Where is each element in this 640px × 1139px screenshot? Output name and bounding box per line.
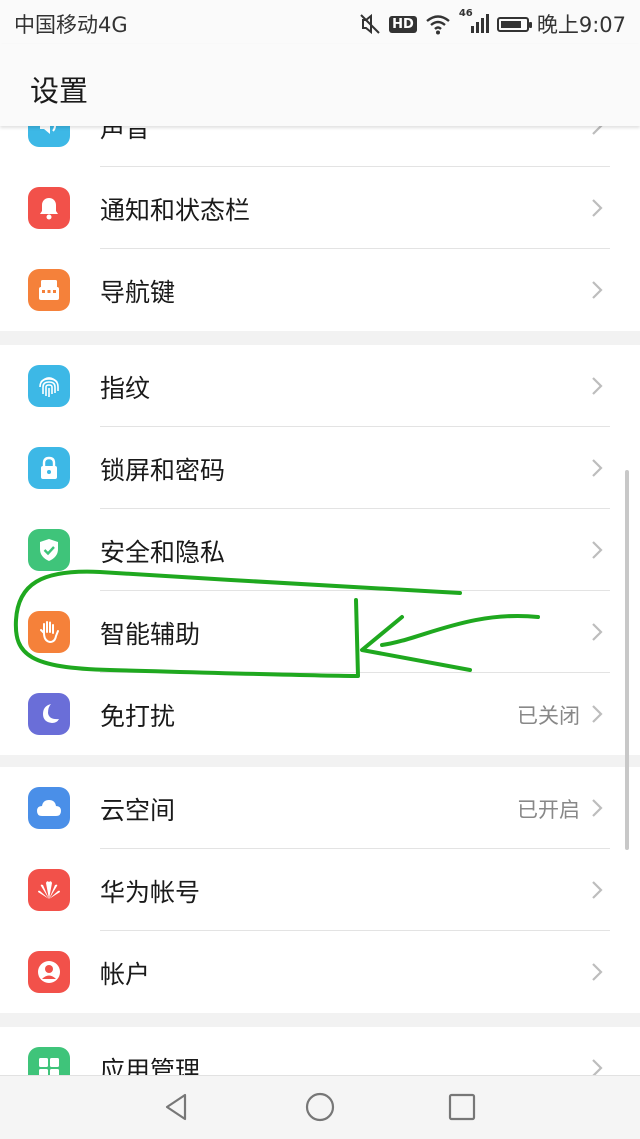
settings-item-label: 锁屏和密码 (100, 456, 226, 485)
chevron-right-icon (592, 881, 603, 899)
chevron-right-icon (592, 799, 603, 817)
settings-item-accounts[interactable]: 帐户 (0, 931, 640, 1013)
wifi-icon (426, 15, 450, 35)
settings-item-label: 安全和隐私 (100, 538, 226, 567)
settings-item-app-management[interactable]: 应用管理 (0, 1027, 640, 1075)
settings-item-cloud[interactable]: 云空间 已开启 (0, 767, 640, 849)
settings-item-lockscreen[interactable]: 锁屏和密码 (0, 427, 640, 509)
moon-icon (28, 693, 70, 735)
chevron-right-icon (592, 281, 603, 299)
settings-item-navigation-keys[interactable]: 导航键 (0, 249, 640, 331)
status-bar: 中国移动4G HD 46 晚上9:07 (0, 0, 640, 44)
settings-item-label: 声音 (100, 126, 151, 143)
back-icon[interactable] (160, 1090, 194, 1124)
settings-item-sound[interactable]: 声音 (0, 126, 640, 167)
settings-item-value: 已开启 (517, 798, 580, 822)
navigation-keys-icon (28, 269, 70, 311)
shield-icon (28, 529, 70, 571)
settings-item-label: 导航键 (100, 278, 176, 307)
settings-item-label: 华为帐号 (100, 878, 201, 907)
home-icon[interactable] (303, 1090, 337, 1124)
lock-icon (28, 447, 70, 489)
recent-apps-icon[interactable] (445, 1090, 479, 1124)
hand-icon (28, 611, 70, 653)
settings-list[interactable]: 声音 通知和状态栏 导航键 指纹 锁屏和密码 安全和隐私 智能辅助 免打扰 已关… (0, 126, 640, 1075)
chevron-right-icon (592, 126, 603, 135)
settings-group-display: 声音 通知和状态栏 导航键 (0, 126, 640, 331)
battery-icon (496, 16, 532, 32)
scrollbar[interactable] (625, 470, 629, 850)
settings-item-label: 免打扰 (100, 702, 176, 731)
status-icons: HD 46 晚上9:07 (359, 8, 626, 39)
settings-item-do-not-disturb[interactable]: 免打扰 已关闭 (0, 673, 640, 755)
bell-icon (28, 187, 70, 229)
settings-item-notifications[interactable]: 通知和状态栏 (0, 167, 640, 249)
navigation-bar (0, 1075, 640, 1139)
chevron-right-icon (592, 1059, 603, 1075)
settings-group-security: 指纹 锁屏和密码 安全和隐私 智能辅助 免打扰 已关闭 (0, 345, 640, 755)
settings-item-smart-assistance[interactable]: 智能辅助 (0, 591, 640, 673)
settings-item-value: 已关闭 (517, 704, 580, 728)
settings-item-label: 通知和状态栏 (100, 196, 251, 225)
settings-item-label: 云空间 (100, 796, 176, 825)
chevron-right-icon (592, 541, 603, 559)
mute-icon (360, 13, 380, 35)
apps-icon (28, 1047, 70, 1075)
settings-item-fingerprint[interactable]: 指纹 (0, 345, 640, 427)
hd-badge: HD (389, 15, 417, 33)
person-icon (28, 951, 70, 993)
settings-item-huawei-id[interactable]: 华为帐号 (0, 849, 640, 931)
settings-item-label: 应用管理 (100, 1056, 201, 1075)
page-title: 设置 (30, 74, 89, 108)
chevron-right-icon (592, 459, 603, 477)
carrier-label: 中国移动4G (14, 13, 128, 37)
speaker-icon (28, 126, 70, 147)
cloud-icon (28, 787, 70, 829)
settings-group-accounts: 云空间 已开启 华为帐号 帐户 (0, 767, 640, 1013)
settings-item-label: 智能辅助 (100, 620, 201, 649)
chevron-right-icon (592, 199, 603, 217)
fingerprint-icon (28, 365, 70, 407)
chevron-right-icon (592, 377, 603, 395)
clock: 晚上9:07 (536, 13, 626, 37)
settings-item-label: 帐户 (100, 960, 151, 989)
signal-icon (470, 14, 489, 33)
settings-item-security-privacy[interactable]: 安全和隐私 (0, 509, 640, 591)
app-header: 设置 (0, 44, 640, 126)
chevron-right-icon (592, 705, 603, 723)
settings-group-apps: 应用管理 (0, 1027, 640, 1075)
signal-group: 46 (459, 8, 489, 35)
settings-item-label: 指纹 (100, 374, 151, 403)
chevron-right-icon (592, 623, 603, 641)
huawei-logo-icon (28, 869, 70, 911)
chevron-right-icon (592, 963, 603, 981)
